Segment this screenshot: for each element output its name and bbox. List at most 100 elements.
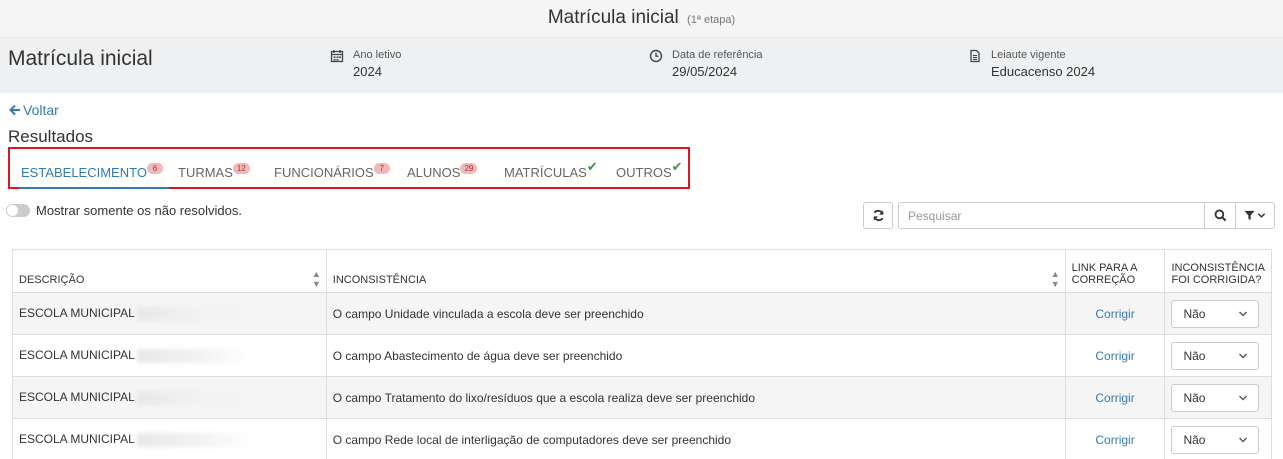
tab-label: ALUNOS <box>407 165 461 180</box>
document-icon <box>970 49 980 63</box>
corrigida-value: Não <box>1183 432 1206 447</box>
header-title: Matrícula inicial <box>547 7 679 28</box>
clock-icon <box>649 49 663 63</box>
corrigir-link[interactable]: Corrigir <box>1064 376 1166 419</box>
leiaute-value: Educacenso 2024 <box>991 64 1096 79</box>
back-link[interactable]: Voltar <box>9 102 59 118</box>
redacted-text <box>136 306 249 321</box>
corrigida-select[interactable]: Não <box>1171 425 1260 454</box>
chevron-down-icon <box>1239 311 1248 316</box>
check-icon: ✔ <box>586 159 598 174</box>
tab-alunos[interactable]: ALUNOS 29 <box>407 163 478 180</box>
table-row: ESCOLA MUNICIPAL O campo Abastecimento d… <box>12 334 1272 377</box>
search-input[interactable] <box>898 202 1205 229</box>
arrow-left-icon <box>9 104 20 116</box>
filter-icon <box>1244 210 1255 221</box>
cell-descricao: ESCOLA MUNICIPAL <box>12 376 327 419</box>
chevron-down-icon <box>1239 353 1248 358</box>
leiaute-info: Leiaute vigente Educacenso 2024 <box>968 49 1095 79</box>
cell-corrigida: Não <box>1164 376 1272 419</box>
cell-inconsistencia: O campo Rede local de interligação de co… <box>325 418 1066 459</box>
cell-corrigida: Não <box>1164 334 1272 377</box>
chevron-down-icon <box>1239 437 1248 442</box>
tab-badge: 12 <box>232 163 250 174</box>
cell-corrigida: Não <box>1164 418 1272 459</box>
column-link-label-2: CORREÇÃO <box>1071 274 1136 286</box>
tab-turmas[interactable]: TURMAS 12 <box>178 163 250 180</box>
tab-matriculas[interactable]: MATRÍCULAS✔ <box>504 159 598 181</box>
corrigida-select[interactable]: Não <box>1171 383 1260 412</box>
column-corrigida: INCONSISTÊNCIA FOI CORRIGIDA? <box>1164 249 1272 293</box>
results-table: DESCRIÇÃO ▲ ▼ INCONSISTÊNCIA ▲ ▼ LINK PARA A… <box>12 249 1272 459</box>
header-subtitle: (1ª etapa) <box>687 14 736 26</box>
tab-funcionarios[interactable]: FUNCIONÁRIOS 7 <box>274 163 390 180</box>
cell-inconsistencia: O campo Abastecimento de água deve ser p… <box>325 334 1066 377</box>
column-descricao[interactable]: DESCRIÇÃO ▲ ▼ <box>12 249 327 293</box>
search-button[interactable] <box>1205 202 1236 229</box>
results-tabs: ESTABELECIMENTO 6 TURMAS 12 FUNCIONÁRIOS 7 … <box>8 147 690 189</box>
info-bar: Matrícula inicial Ano letivo 2024 Data d… <box>0 38 1283 93</box>
corrigida-select[interactable]: Não <box>1171 341 1260 370</box>
tab-label: TURMAS <box>178 165 233 180</box>
unresolved-toggle-label: Mostrar somente os não resolvidos. <box>36 203 242 218</box>
unresolved-toggle[interactable] <box>6 204 30 217</box>
chevron-down-icon <box>1257 213 1266 218</box>
back-link-label: Voltar <box>23 102 59 118</box>
top-header: Matrícula inicial (1ª etapa) <box>0 0 1283 38</box>
redacted-text <box>136 432 249 447</box>
corrigir-link[interactable]: Corrigir <box>1064 292 1166 335</box>
table-row: ESCOLA MUNICIPAL O campo Rede local de i… <box>12 418 1272 459</box>
column-corrigida-label-1: INCONSISTÊNCIA <box>1171 262 1265 274</box>
cell-inconsistencia: O campo Unidade vinculada a escola deve … <box>325 292 1066 335</box>
descricao-text: ESCOLA MUNICIPAL <box>19 390 135 405</box>
ano-letivo-info: Ano letivo 2024 <box>330 49 401 79</box>
cell-descricao: ESCOLA MUNICIPAL <box>12 292 327 335</box>
check-icon: ✔ <box>671 159 683 174</box>
column-corrigida-label-2: FOI CORRIGIDA? <box>1171 274 1262 286</box>
sort-icon: ▲ ▼ <box>311 269 321 289</box>
leiaute-label: Leiaute vigente <box>991 49 1066 61</box>
corrigida-value: Não <box>1183 348 1206 363</box>
tab-badge: 7 <box>373 163 390 174</box>
filter-button[interactable] <box>1236 202 1275 229</box>
calendar-icon <box>330 50 344 63</box>
data-referencia-label: Data de referência <box>672 49 763 61</box>
corrigida-value: Não <box>1183 390 1206 405</box>
tab-outros[interactable]: OUTROS✔ <box>616 159 683 181</box>
data-referencia-info: Data de referência 29/05/2024 <box>649 49 763 79</box>
section-title: Resultados <box>8 127 94 146</box>
redacted-text <box>136 390 249 405</box>
tab-label: OUTROS <box>616 165 672 180</box>
redacted-text <box>136 348 249 363</box>
tab-label: ESTABELECIMENTO <box>21 165 147 180</box>
descricao-text: ESCOLA MUNICIPAL <box>19 348 135 363</box>
page-header-title: Matrícula inicial (1ª etapa) <box>0 7 1283 29</box>
corrigir-link[interactable]: Corrigir <box>1064 418 1166 459</box>
ano-letivo-value: 2024 <box>353 64 382 79</box>
column-inconsistencia-label: INCONSISTÊNCIA <box>332 274 427 286</box>
corrigida-value: Não <box>1183 306 1206 321</box>
descricao-text: ESCOLA MUNICIPAL <box>19 306 135 321</box>
corrigir-link[interactable]: Corrigir <box>1064 334 1166 377</box>
tab-estabelecimento[interactable]: ESTABELECIMENTO 6 <box>19 163 169 189</box>
table-row: ESCOLA MUNICIPAL O campo Unidade vincula… <box>12 292 1272 335</box>
tab-label: MATRÍCULAS <box>504 165 587 180</box>
ano-letivo-label: Ano letivo <box>353 49 402 61</box>
descricao-text: ESCOLA MUNICIPAL <box>19 432 135 447</box>
cell-descricao: ESCOLA MUNICIPAL <box>12 418 327 459</box>
column-link-label-1: LINK PARA A <box>1071 262 1138 274</box>
corrigida-select[interactable]: Não <box>1171 299 1260 328</box>
page-title: Matrícula inicial <box>8 47 153 70</box>
table-row: ESCOLA MUNICIPAL O campo Tratamento do l… <box>12 376 1272 419</box>
column-link: LINK PARA A CORREÇÃO <box>1064 249 1166 293</box>
cell-inconsistencia: O campo Tratamento do lixo/resíduos que … <box>325 376 1066 419</box>
column-inconsistencia[interactable]: INCONSISTÊNCIA ▲ ▼ <box>325 249 1066 293</box>
refresh-icon <box>872 209 884 222</box>
cell-descricao: ESCOLA MUNICIPAL <box>12 334 327 377</box>
refresh-button[interactable] <box>863 202 893 229</box>
tab-badge: 6 <box>146 163 163 174</box>
column-descricao-label: DESCRIÇÃO <box>19 274 85 286</box>
tab-badge: 29 <box>460 163 478 174</box>
data-referencia-value: 29/05/2024 <box>672 64 738 79</box>
sort-icon: ▲ ▼ <box>1050 269 1060 289</box>
